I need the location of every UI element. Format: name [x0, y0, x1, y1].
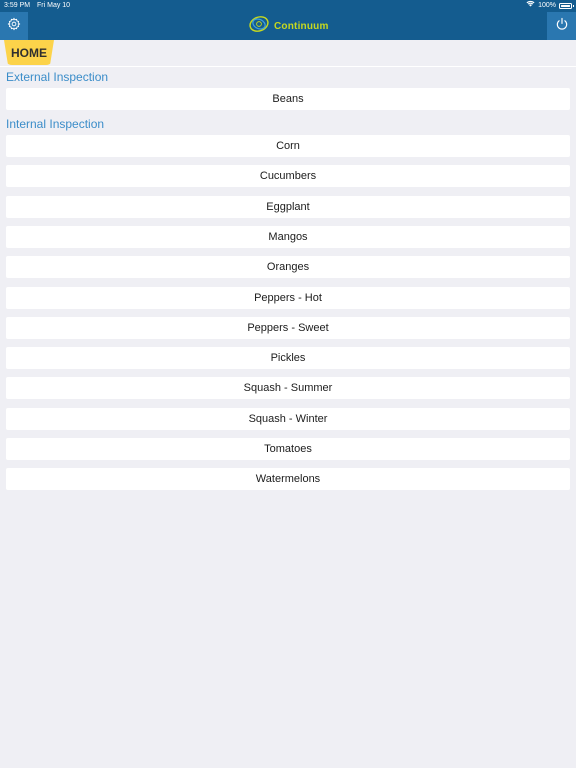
top-bar: 3:59 PM Fri May 10 100% Continuum [0, 0, 576, 40]
brand-name: Continuum [274, 20, 329, 32]
continuum-logo [248, 13, 270, 40]
list-item-eggplant[interactable]: Eggplant [6, 196, 570, 218]
list-item-pickles[interactable]: Pickles [6, 347, 570, 369]
status-time: 3:59 PM [4, 2, 31, 9]
breadcrumb: HOME [0, 40, 576, 67]
list-item-watermelons[interactable]: Watermelons [6, 468, 570, 490]
list-item-oranges[interactable]: Oranges [6, 256, 570, 278]
list-item-beans[interactable]: Beans [6, 88, 570, 110]
wifi-icon [526, 0, 535, 12]
list-item-mangos[interactable]: Mangos [6, 226, 570, 248]
battery-icon [559, 3, 574, 9]
gear-icon [7, 17, 21, 36]
status-date: Fri May 10 [37, 2, 71, 9]
list-item-squash-summer[interactable]: Squash - Summer [6, 377, 570, 399]
list-item-squash-winter[interactable]: Squash - Winter [6, 408, 570, 430]
list-item-corn[interactable]: Corn [6, 135, 570, 157]
list-item-peppers-sweet[interactable]: Peppers - Sweet [6, 317, 570, 339]
status-bar: 3:59 PM Fri May 10 100% [0, 0, 576, 12]
home-tab[interactable]: HOME [4, 40, 54, 65]
list-item-peppers-hot[interactable]: Peppers - Hot [6, 287, 570, 309]
power-button[interactable] [547, 12, 576, 40]
settings-button[interactable] [0, 12, 28, 40]
brand: Continuum [248, 14, 329, 38]
section-header-internal: Internal Inspection [6, 117, 105, 131]
section-header-external: External Inspection [6, 70, 109, 84]
nav-bar: Continuum [0, 12, 576, 40]
list-item-tomatoes[interactable]: Tomatoes [6, 438, 570, 460]
battery-percent: 100% [538, 2, 556, 9]
power-icon [555, 17, 569, 36]
list-item-cucumbers[interactable]: Cucumbers [6, 165, 570, 187]
status-indicators: 100% [526, 0, 574, 12]
